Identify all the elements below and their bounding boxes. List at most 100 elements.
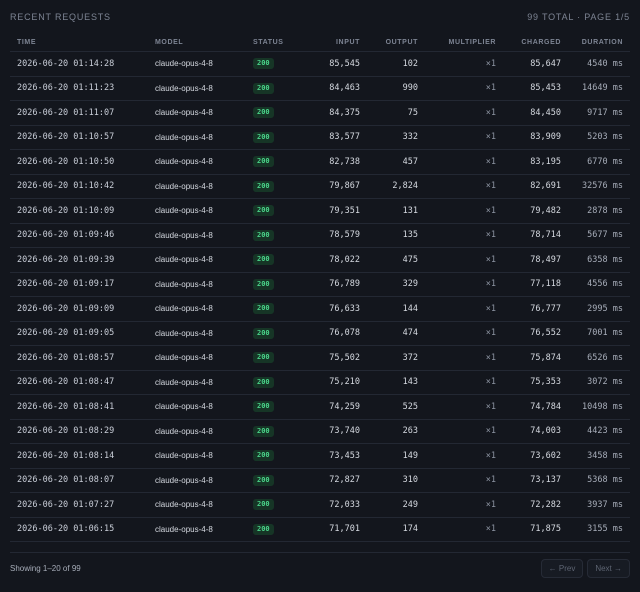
cell-time: 2026-06-20 01:09:46 (10, 223, 155, 248)
cell-output: 525 (360, 394, 418, 420)
cell-charged: 76,552 (496, 321, 561, 346)
table-row[interactable]: 2026-06-20 01:09:05 claude-opus-4-8 200 76,… (10, 321, 630, 346)
cell-status: 200 (253, 223, 303, 248)
cell-input: 84,375 (303, 100, 360, 126)
cell-output: 75 (360, 100, 418, 126)
cell-status: 200 (253, 296, 303, 322)
table-row[interactable]: 2026-06-20 01:11:23 claude-opus-4-8 200 84,… (10, 76, 630, 101)
cell-multiplier: ×1 (418, 272, 496, 297)
cell-time: 2026-06-20 01:09:09 (10, 296, 155, 322)
cell-time: 2026-06-20 01:08:07 (10, 468, 155, 493)
cell-input: 85,545 (303, 51, 360, 77)
pagination-summary: 99 TOTAL · PAGE 1/5 (527, 11, 630, 22)
cell-input: 83,577 (303, 125, 360, 150)
table-row[interactable]: 2026-06-20 01:10:57 claude-opus-4-8 200 83,… (10, 125, 630, 150)
cell-duration: 2878 ms (561, 198, 630, 224)
cell-multiplier: ×1 (418, 223, 496, 248)
cell-input: 73,453 (303, 443, 360, 469)
cell-model: claude-opus-4-8 (155, 223, 253, 248)
cell-output: 149 (360, 443, 418, 469)
cell-duration: 32576 ms (561, 174, 630, 199)
cell-status: 200 (253, 247, 303, 273)
cell-charged: 71,875 (496, 517, 561, 542)
cell-duration: 3072 ms (561, 370, 630, 395)
status-badge: 200 (253, 523, 274, 535)
cell-duration: 9717 ms (561, 100, 630, 126)
status-badge: 200 (253, 58, 274, 70)
table-row[interactable]: 2026-06-20 01:08:14 claude-opus-4-8 200 73,… (10, 443, 630, 469)
cell-input: 73,740 (303, 419, 360, 444)
requests-panel: RECENT REQUESTS 99 TOTAL · PAGE 1/5 TIME… (0, 0, 640, 592)
next-page-button[interactable]: Next → (587, 558, 630, 578)
cell-output: 457 (360, 149, 418, 175)
table-row[interactable]: 2026-06-20 01:08:41 claude-opus-4-8 200 74,… (10, 394, 630, 420)
cell-duration: 3155 ms (561, 517, 630, 542)
cell-status: 200 (253, 443, 303, 469)
table-row[interactable]: 2026-06-20 01:09:46 claude-opus-4-8 200 78,… (10, 223, 630, 248)
cell-duration: 10498 ms (561, 394, 630, 420)
status-badge: 200 (253, 278, 274, 290)
cell-input: 75,210 (303, 370, 360, 395)
table-row[interactable]: 2026-06-20 01:06:15 claude-opus-4-8 200 71,… (10, 517, 630, 542)
status-badge: 200 (253, 82, 274, 94)
column-header-status: STATUS (253, 33, 303, 52)
cell-output: 135 (360, 223, 418, 248)
cell-status: 200 (253, 394, 303, 420)
table-row[interactable]: 2026-06-20 01:09:09 claude-opus-4-8 200 76,… (10, 296, 630, 322)
cell-time: 2026-06-20 01:11:07 (10, 100, 155, 126)
cell-duration: 6526 ms (561, 345, 630, 371)
cell-duration: 2995 ms (561, 296, 630, 322)
cell-output: 131 (360, 198, 418, 224)
cell-time: 2026-06-20 01:10:57 (10, 125, 155, 150)
cell-status: 200 (253, 149, 303, 175)
cell-status: 200 (253, 100, 303, 126)
table-row[interactable]: 2026-06-20 01:10:09 claude-opus-4-8 200 79,… (10, 198, 630, 224)
pager: ← Prev Next → (540, 558, 630, 578)
cell-output: 474 (360, 321, 418, 346)
cell-duration: 3937 ms (561, 492, 630, 518)
cell-input: 76,078 (303, 321, 360, 346)
table-row[interactable]: 2026-06-20 01:08:47 claude-opus-4-8 200 75,… (10, 370, 630, 395)
cell-time: 2026-06-20 01:11:23 (10, 76, 155, 101)
cell-model: claude-opus-4-8 (155, 296, 253, 322)
cell-duration: 7001 ms (561, 321, 630, 346)
cell-charged: 74,784 (496, 394, 561, 420)
cell-charged: 83,909 (496, 125, 561, 150)
cell-multiplier: ×1 (418, 468, 496, 493)
cell-input: 76,633 (303, 296, 360, 322)
cell-output: 475 (360, 247, 418, 273)
cell-duration: 5677 ms (561, 223, 630, 248)
cell-model: claude-opus-4-8 (155, 125, 253, 150)
cell-multiplier: ×1 (418, 174, 496, 199)
cell-status: 200 (253, 492, 303, 518)
cell-charged: 75,874 (496, 345, 561, 371)
table-row[interactable]: 2026-06-20 01:11:07 claude-opus-4-8 200 84,… (10, 100, 630, 126)
cell-model: claude-opus-4-8 (155, 51, 253, 77)
cell-model: claude-opus-4-8 (155, 468, 253, 493)
table-row[interactable]: 2026-06-20 01:09:39 claude-opus-4-8 200 78,… (10, 247, 630, 273)
table-row[interactable]: 2026-06-20 01:08:07 claude-opus-4-8 200 72,… (10, 468, 630, 493)
column-header-output: OUTPUT (360, 33, 418, 52)
cell-input: 72,033 (303, 492, 360, 518)
table-row[interactable]: 2026-06-20 01:14:28 claude-opus-4-8 200 85,… (10, 51, 630, 77)
cell-output: 2,824 (360, 174, 418, 199)
cell-output: 263 (360, 419, 418, 444)
status-badge: 200 (253, 474, 274, 486)
prev-page-button[interactable]: ← Prev (540, 558, 584, 578)
table-row[interactable]: 2026-06-20 01:09:17 claude-opus-4-8 200 76,… (10, 272, 630, 297)
table-row[interactable]: 2026-06-20 01:08:29 claude-opus-4-8 200 73,… (10, 419, 630, 444)
cell-time: 2026-06-20 01:08:41 (10, 394, 155, 420)
cell-status: 200 (253, 419, 303, 444)
cell-multiplier: ×1 (418, 345, 496, 371)
status-badge: 200 (253, 401, 274, 413)
table-row[interactable]: 2026-06-20 01:10:42 claude-opus-4-8 200 79,… (10, 174, 630, 199)
status-badge: 200 (253, 131, 274, 143)
table-row[interactable]: 2026-06-20 01:10:50 claude-opus-4-8 200 82,… (10, 149, 630, 175)
status-badge: 200 (253, 229, 274, 241)
showing-count: Showing 1–20 of 99 (10, 563, 81, 573)
cell-model: claude-opus-4-8 (155, 174, 253, 199)
cell-status: 200 (253, 174, 303, 199)
table-row[interactable]: 2026-06-20 01:07:27 claude-opus-4-8 200 72,… (10, 492, 630, 518)
table-row[interactable]: 2026-06-20 01:08:57 claude-opus-4-8 200 75,… (10, 345, 630, 371)
cell-output: 990 (360, 76, 418, 101)
